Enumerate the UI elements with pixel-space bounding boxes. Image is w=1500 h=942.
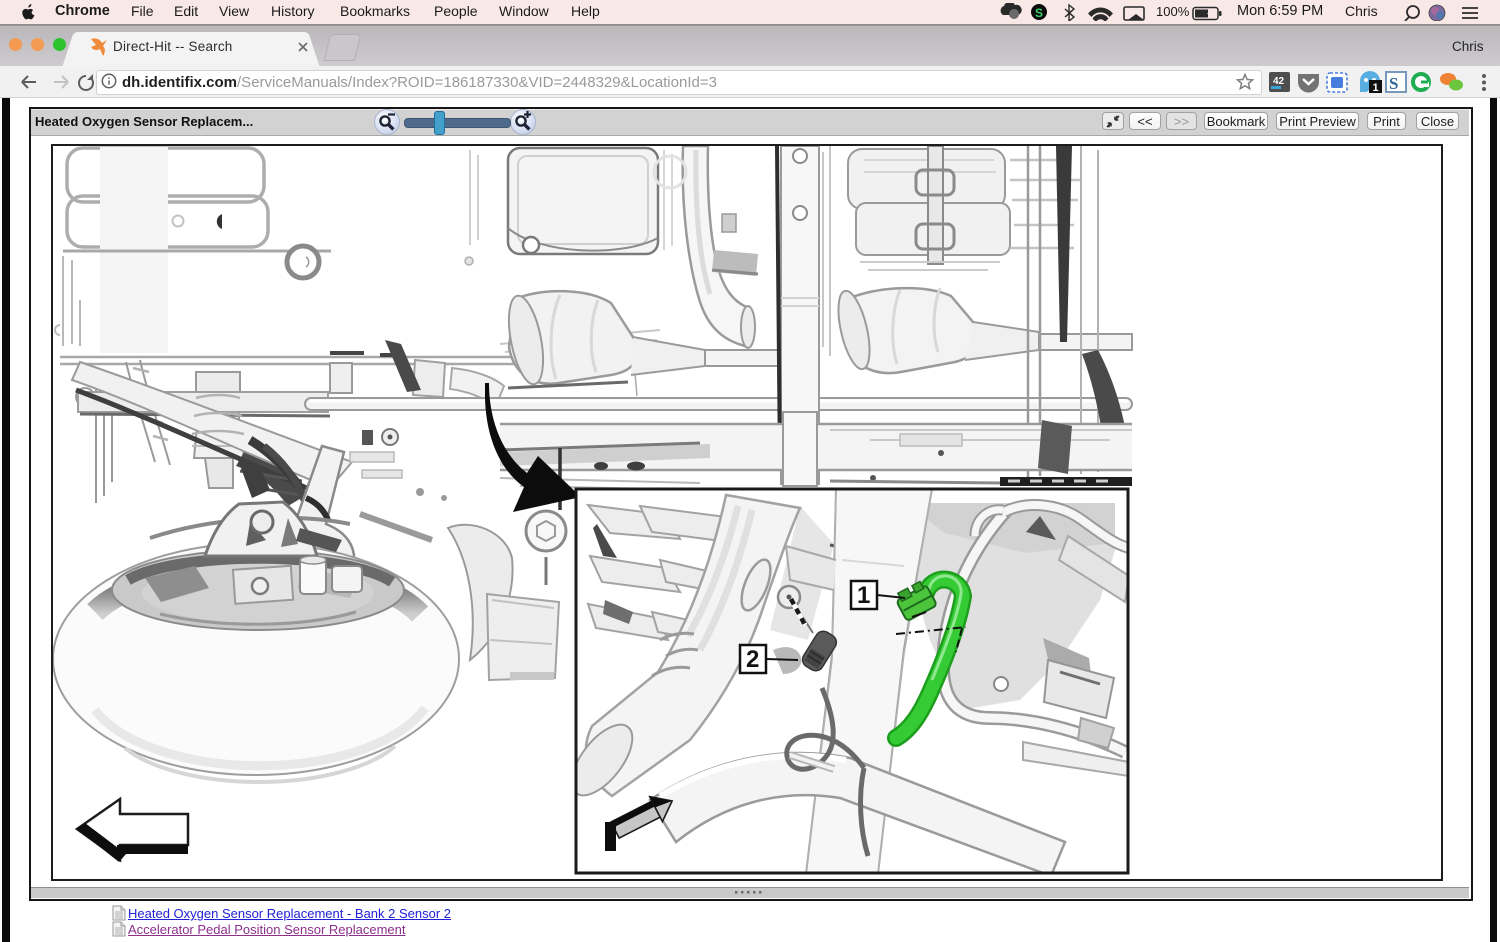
svg-text:S: S	[1389, 74, 1398, 93]
svg-text:42: 42	[1273, 76, 1285, 87]
svg-text:1: 1	[857, 582, 870, 609]
svg-text:S: S	[1035, 6, 1043, 20]
svg-text:2: 2	[746, 646, 759, 673]
svg-text:1: 1	[1373, 82, 1379, 94]
